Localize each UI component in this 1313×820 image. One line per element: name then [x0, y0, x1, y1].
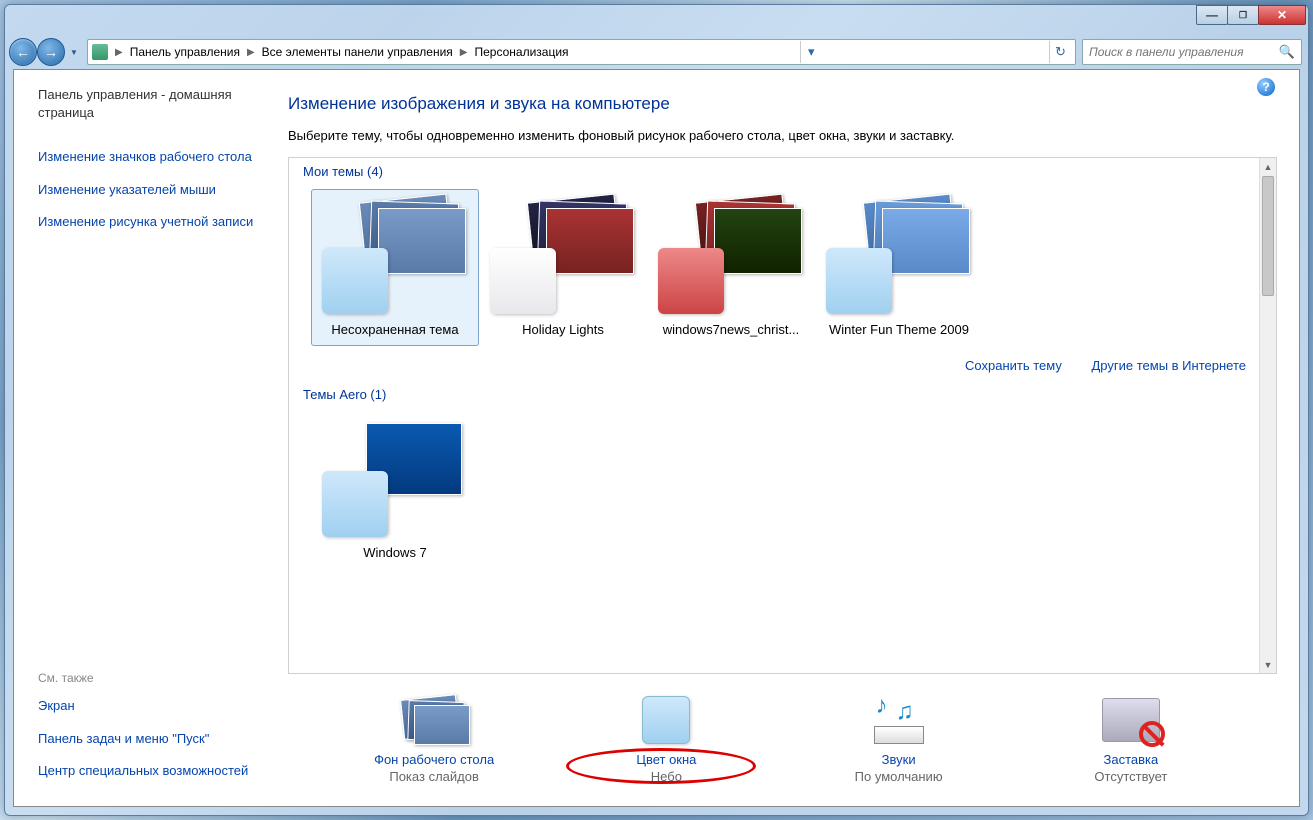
more-themes-link[interactable]: Другие темы в Интернете: [1092, 358, 1247, 373]
screensaver-icon: [1102, 698, 1160, 742]
sidebar-link-account-picture[interactable]: Изменение рисунка учетной записи: [38, 213, 254, 231]
sounds-item[interactable]: ♪♫ Звуки По умолчанию: [799, 692, 999, 784]
desktop-background-sub: Показ слайдов: [334, 769, 534, 784]
history-dropdown[interactable]: ▼: [67, 40, 81, 64]
breadcrumb-3[interactable]: Персонализация: [470, 43, 572, 61]
toolbar: ← → ▼ ▶ Панель управления ▶ Все элементы…: [5, 35, 1308, 69]
sounds-icon: ♪♫: [870, 696, 928, 744]
minimize-button[interactable]: —: [1196, 5, 1228, 25]
search-input[interactable]: [1089, 45, 1279, 59]
titlebar: — ❐ ✕: [5, 5, 1308, 35]
scrollbar[interactable]: ▲ ▼: [1259, 158, 1276, 673]
sidebar: Панель управления - домашняя страница Из…: [14, 70, 266, 806]
theme-label: Windows 7: [318, 545, 472, 562]
window: — ❐ ✕ ← → ▼ ▶ Панель управления ▶ Все эл…: [4, 4, 1309, 816]
sounds-sub: По умолчанию: [799, 769, 999, 784]
chevron-right-icon[interactable]: ▶: [457, 47, 471, 58]
scroll-up-arrow[interactable]: ▲: [1260, 158, 1276, 175]
address-bar[interactable]: ▶ Панель управления ▶ Все элементы панел…: [87, 39, 1076, 65]
theme-label: Holiday Lights: [486, 322, 640, 339]
themes-panel: Мои темы (4) Несохраненная тема: [288, 157, 1277, 674]
theme-windows7news-christmas[interactable]: windows7news_christ...: [647, 189, 815, 346]
desktop-background-title[interactable]: Фон рабочего стола: [334, 752, 534, 767]
save-theme-link[interactable]: Сохранить тему: [965, 358, 1062, 373]
dropdown-button[interactable]: ▾: [800, 41, 822, 63]
breadcrumb-1[interactable]: Панель управления: [126, 43, 244, 61]
window-color-item[interactable]: Цвет окна Небо: [566, 692, 766, 784]
main-content: ? Изменение изображения и звука на компь…: [266, 70, 1299, 806]
help-icon[interactable]: ?: [1257, 78, 1275, 96]
control-panel-icon: [92, 44, 108, 60]
search-icon[interactable]: 🔍: [1279, 44, 1295, 60]
forward-button[interactable]: →: [37, 38, 65, 66]
window-color-title[interactable]: Цвет окна: [566, 752, 766, 767]
chevron-right-icon[interactable]: ▶: [244, 47, 258, 58]
section-my-themes: Мои темы (4): [289, 158, 1276, 185]
window-color-sub: Небо: [566, 769, 766, 784]
chevron-right-icon[interactable]: ▶: [112, 47, 126, 58]
close-button[interactable]: ✕: [1258, 5, 1306, 25]
maximize-button[interactable]: ❐: [1227, 5, 1259, 25]
search-box[interactable]: 🔍: [1082, 39, 1302, 65]
sidebar-link-display[interactable]: Экран: [38, 697, 254, 715]
scroll-thumb[interactable]: [1262, 176, 1274, 296]
page-title: Изменение изображения и звука на компьют…: [288, 94, 1277, 114]
sidebar-home[interactable]: Панель управления - домашняя страница: [38, 86, 254, 122]
screensaver-sub: Отсутствует: [1031, 769, 1231, 784]
theme-label: windows7news_christ...: [654, 322, 808, 339]
sidebar-link-taskbar[interactable]: Панель задач и меню "Пуск": [38, 730, 254, 748]
theme-holiday-lights[interactable]: Holiday Lights: [479, 189, 647, 346]
sidebar-link-ease-of-access[interactable]: Центр специальных возможностей: [38, 762, 254, 780]
page-description: Выберите тему, чтобы одновременно измени…: [288, 128, 1277, 143]
section-aero-themes: Темы Aero (1): [289, 381, 1276, 408]
breadcrumb-2[interactable]: Все элементы панели управления: [258, 43, 457, 61]
sidebar-link-mouse-pointers[interactable]: Изменение указателей мыши: [38, 181, 254, 199]
see-also-header: См. также: [38, 671, 254, 685]
window-buttons: — ❐ ✕: [1197, 5, 1306, 25]
desktop-background-icon: [402, 697, 466, 743]
window-color-icon: [642, 696, 690, 744]
theme-windows-7[interactable]: Windows 7: [311, 412, 479, 569]
desktop-background-item[interactable]: Фон рабочего стола Показ слайдов: [334, 692, 534, 784]
back-button[interactable]: ←: [9, 38, 37, 66]
sidebar-link-desktop-icons[interactable]: Изменение значков рабочего стола: [38, 148, 254, 166]
scroll-down-arrow[interactable]: ▼: [1260, 656, 1276, 673]
sounds-title[interactable]: Звуки: [799, 752, 999, 767]
refresh-button[interactable]: ↻: [1049, 41, 1071, 63]
theme-label: Winter Fun Theme 2009: [822, 322, 976, 339]
theme-label: Несохраненная тема: [318, 322, 472, 339]
my-themes-grid: Несохраненная тема Holiday Lights: [289, 185, 1276, 354]
screensaver-title[interactable]: Заставка: [1031, 752, 1231, 767]
bottom-panel: Фон рабочего стола Показ слайдов Цвет ок…: [288, 674, 1277, 790]
aero-themes-grid: Windows 7: [289, 408, 1276, 577]
screensaver-item[interactable]: Заставка Отсутствует: [1031, 692, 1231, 784]
theme-winter-fun[interactable]: Winter Fun Theme 2009: [815, 189, 983, 346]
theme-unsaved[interactable]: Несохраненная тема: [311, 189, 479, 346]
body: Панель управления - домашняя страница Из…: [13, 69, 1300, 807]
theme-actions: Сохранить тему Другие темы в Интернете: [289, 354, 1276, 381]
